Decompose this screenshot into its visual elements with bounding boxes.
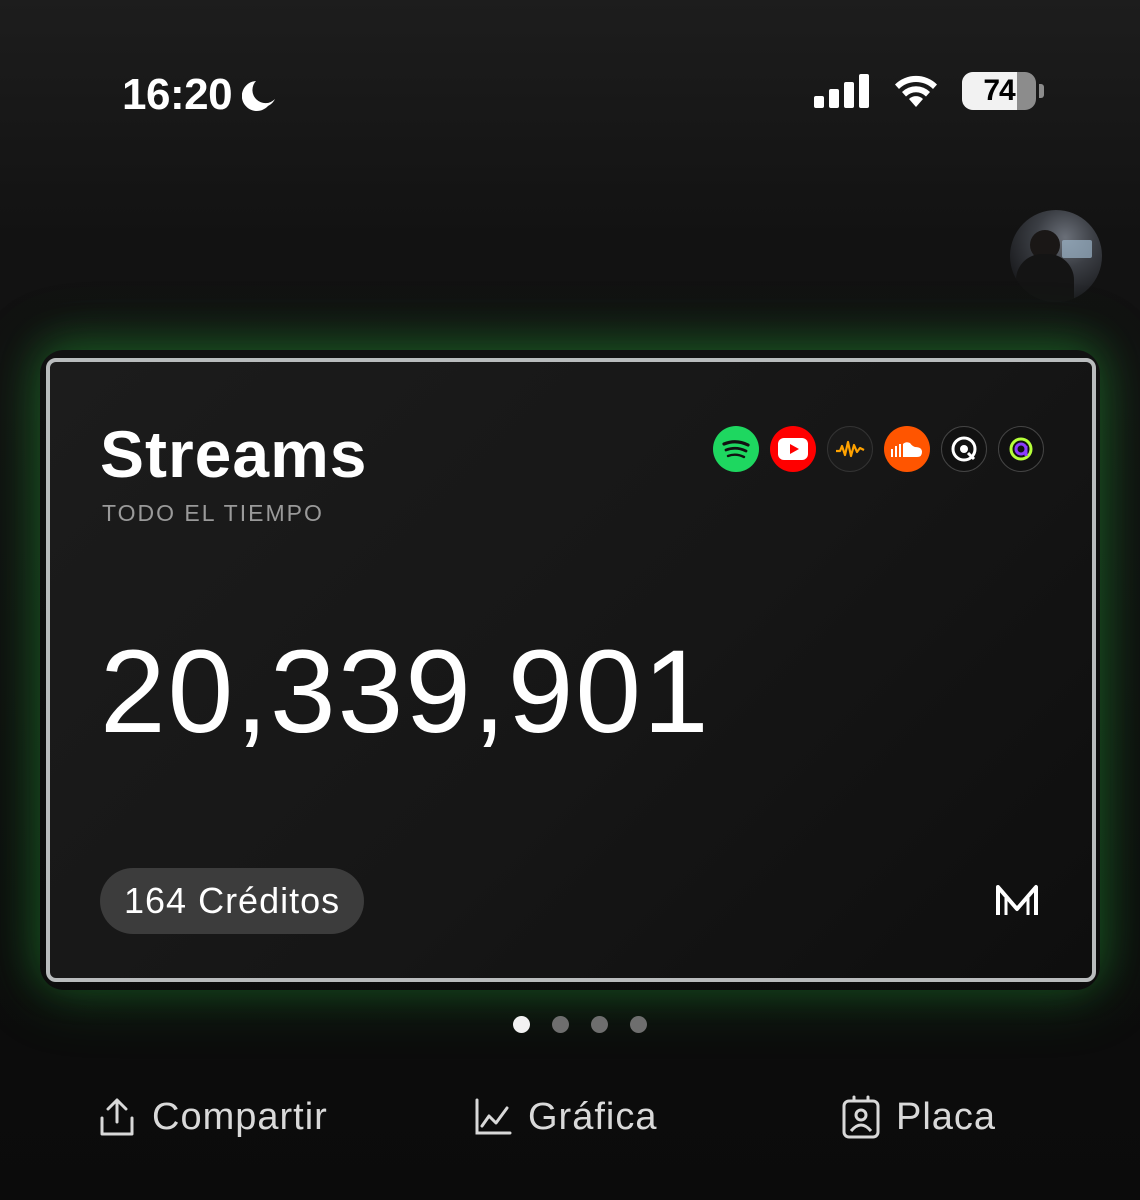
credits-label: 164 Créditos xyxy=(124,880,341,921)
status-bar-indicators: 74 xyxy=(814,72,1044,110)
share-button[interactable]: Compartir xyxy=(96,1090,328,1144)
spotify-icon xyxy=(713,426,759,472)
plaque-label: Placa xyxy=(896,1095,997,1138)
cellular-signal-icon xyxy=(814,74,869,108)
plaque-icon xyxy=(842,1095,880,1139)
youtube-icon xyxy=(770,426,816,472)
chart-label: Gráfica xyxy=(528,1095,658,1138)
page-dot-2[interactable] xyxy=(552,1016,569,1033)
qobuz-icon xyxy=(941,426,987,472)
anghami-icon xyxy=(998,426,1044,472)
streams-count: 20,339,901 xyxy=(100,626,711,758)
battery-level-text: 74 xyxy=(983,74,1015,107)
card-title: Streams xyxy=(100,417,368,491)
plaque-button[interactable]: Placa xyxy=(840,1090,996,1144)
battery-icon: 74 xyxy=(962,72,1036,110)
brand-logo-icon xyxy=(996,885,1038,915)
audiomack-icon xyxy=(827,426,873,472)
battery-indicator: 74 xyxy=(962,72,1044,110)
soundcloud-icon xyxy=(884,426,930,472)
status-bar-time: 16:20 xyxy=(122,70,280,120)
page-dot-3[interactable] xyxy=(591,1016,608,1033)
page-indicator xyxy=(0,1016,1140,1033)
page-dot-1[interactable] xyxy=(513,1016,530,1033)
share-label: Compartir xyxy=(152,1095,328,1138)
chart-icon xyxy=(475,1098,512,1135)
battery-tip xyxy=(1039,84,1044,98)
credits-badge[interactable]: 164 Créditos xyxy=(100,868,365,934)
platform-icons xyxy=(713,426,1044,472)
card-subtitle: TODO EL TIEMPO xyxy=(102,500,324,526)
profile-avatar[interactable] xyxy=(1010,210,1102,302)
share-icon xyxy=(100,1098,134,1136)
wifi-icon xyxy=(895,75,937,107)
moon-icon xyxy=(242,81,276,111)
app-screen: 16:20 74 Streams TODO EL TIEMPO 20,339,9… xyxy=(0,0,1140,1200)
page-dot-4[interactable] xyxy=(630,1016,647,1033)
time-text: 16:20 xyxy=(122,70,233,119)
chart-button[interactable]: Gráfica xyxy=(472,1090,657,1144)
streams-card[interactable]: Streams TODO EL TIEMPO 20,339,901 164 Cr… xyxy=(46,358,1096,982)
